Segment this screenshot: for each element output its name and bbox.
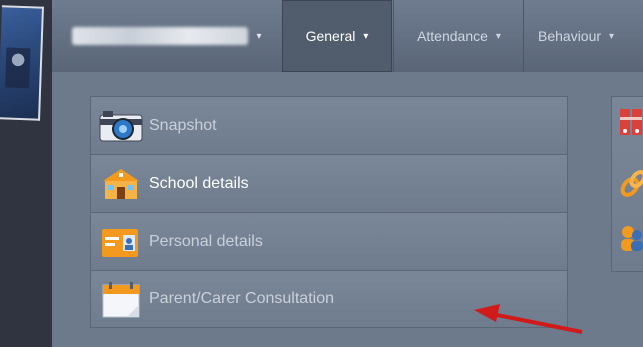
menu-item-label: Snapshot (149, 116, 217, 134)
id-card-icon (102, 229, 138, 257)
user-menu-button[interactable]: ▾ (52, 0, 283, 72)
right-menu-column (611, 96, 643, 272)
link-icon[interactable] (618, 169, 643, 199)
annotation-arrow-icon (474, 304, 583, 334)
menu-item-snapshot[interactable]: Snapshot (90, 96, 568, 154)
menu-item-school-details[interactable]: School details (90, 154, 568, 212)
camera-icon (99, 111, 143, 142)
tab-general[interactable]: General ▾ (282, 0, 392, 72)
chevron-down-icon: ▾ (495, 30, 501, 42)
tab-attendance[interactable]: Attendance ▾ (393, 0, 524, 72)
school-icon (103, 169, 139, 199)
tab-behaviour[interactable]: Behaviour ▾ (523, 0, 643, 72)
tab-attendance-label: Attendance (417, 28, 488, 44)
tab-general-label: General (305, 28, 356, 44)
chevron-down-icon: ▾ (256, 30, 262, 42)
left-strip (0, 0, 52, 347)
menu-item-personal-details[interactable]: Personal details (90, 212, 568, 270)
menu-item-label: Parent/Carer Consultation (149, 290, 334, 307)
people-icon[interactable] (618, 223, 643, 253)
redacted-user-name (72, 27, 249, 45)
tab-behaviour-label: Behaviour (538, 28, 602, 44)
chevron-down-icon: ▾ (363, 30, 369, 42)
menu-item-label: Personal details (149, 232, 263, 250)
top-navbar: ▾ General ▾ Attendance ▾ Behaviour ▾ (52, 0, 643, 73)
calendar-icon (102, 282, 140, 318)
avatar[interactable] (0, 5, 44, 121)
chevron-down-icon: ▾ (609, 30, 615, 42)
menu-list: Snapshot School details Personal details… (90, 96, 568, 328)
binders-icon[interactable] (618, 107, 643, 137)
menu-item-label: School details (149, 174, 249, 192)
